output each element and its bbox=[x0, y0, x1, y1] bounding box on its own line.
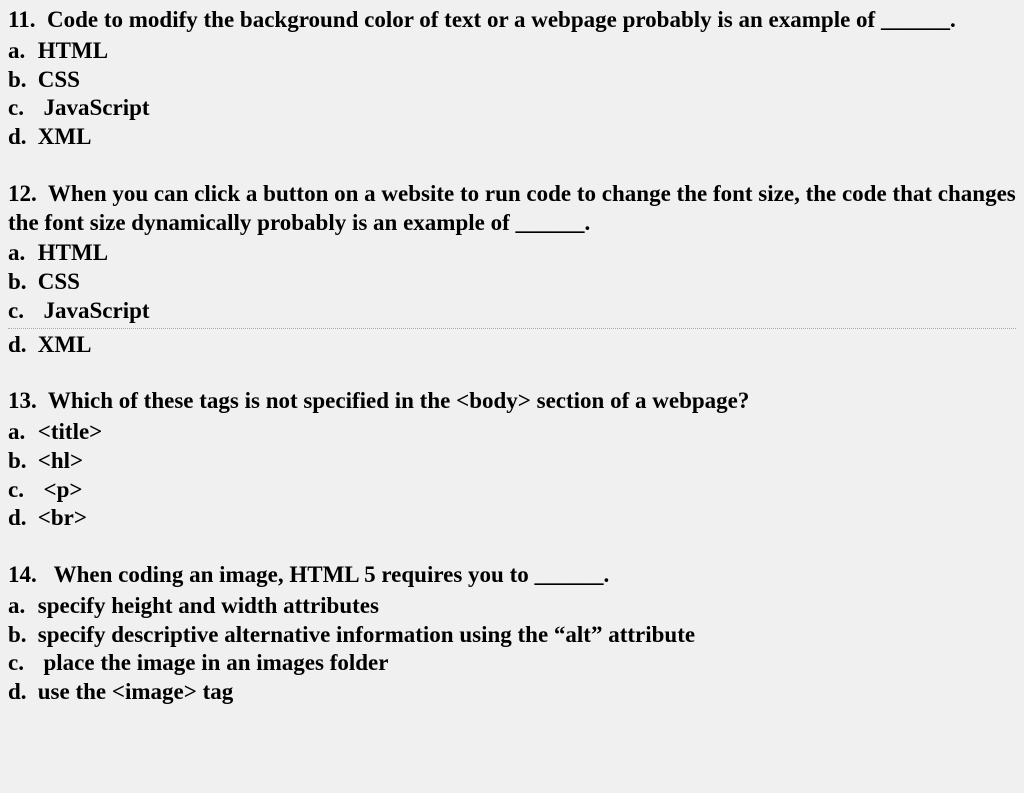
question-11: 11. Code to modify the background color … bbox=[8, 6, 1016, 152]
question-text: 12. When you can click a button on a web… bbox=[8, 180, 1016, 238]
option-label: c. bbox=[8, 476, 32, 505]
option-a: a. HTML bbox=[8, 37, 1016, 66]
option-label: b. bbox=[8, 66, 32, 95]
option-b: b. specify descriptive alternative infor… bbox=[8, 621, 1016, 650]
option-text: specify descriptive alternative informat… bbox=[38, 622, 695, 647]
option-text: XML bbox=[38, 124, 92, 149]
option-text: <hl> bbox=[38, 448, 83, 473]
option-d: d. use the <image> tag bbox=[8, 678, 1016, 707]
option-label: c. bbox=[8, 94, 32, 123]
question-text: 14. When coding an image, HTML 5 require… bbox=[8, 561, 1016, 590]
option-text: XML bbox=[38, 332, 92, 357]
option-text: place the image in an images folder bbox=[44, 650, 389, 675]
option-text: <p> bbox=[44, 477, 83, 502]
question-number: 11. bbox=[8, 7, 35, 32]
option-text: JavaScript bbox=[44, 298, 150, 323]
option-label: d. bbox=[8, 331, 32, 360]
option-label: a. bbox=[8, 239, 32, 268]
divider bbox=[8, 328, 1016, 329]
option-label: d. bbox=[8, 678, 32, 707]
option-text: <br> bbox=[38, 505, 87, 530]
question-12: 12. When you can click a button on a web… bbox=[8, 180, 1016, 360]
option-label: a. bbox=[8, 418, 32, 447]
option-d: d. XML bbox=[8, 331, 1016, 360]
option-label: b. bbox=[8, 447, 32, 476]
option-label: b. bbox=[8, 621, 32, 650]
option-b: b. <hl> bbox=[8, 447, 1016, 476]
question-number: 14. bbox=[8, 562, 37, 587]
option-a: a. <title> bbox=[8, 418, 1016, 447]
option-label: a. bbox=[8, 37, 32, 66]
option-text: CSS bbox=[38, 67, 80, 92]
option-label: c. bbox=[8, 649, 32, 678]
question-14: 14. When coding an image, HTML 5 require… bbox=[8, 561, 1016, 707]
question-text: 13. Which of these tags is not specified… bbox=[8, 387, 1016, 416]
option-label: a. bbox=[8, 592, 32, 621]
option-label: c. bbox=[8, 297, 32, 326]
option-a: a. HTML bbox=[8, 239, 1016, 268]
option-text: use the <image> tag bbox=[38, 679, 234, 704]
option-d: d. XML bbox=[8, 123, 1016, 152]
option-text: JavaScript bbox=[44, 95, 150, 120]
question-13: 13. Which of these tags is not specified… bbox=[8, 387, 1016, 533]
option-d: d. <br> bbox=[8, 504, 1016, 533]
question-prompt: When coding an image, HTML 5 requires yo… bbox=[54, 562, 610, 587]
option-text: HTML bbox=[38, 38, 108, 63]
question-prompt: Code to modify the background color of t… bbox=[47, 7, 956, 32]
option-label: d. bbox=[8, 123, 32, 152]
option-c: c. place the image in an images folder bbox=[8, 649, 1016, 678]
question-text: 11. Code to modify the background color … bbox=[8, 6, 1016, 35]
question-prompt: When you can click a button on a website… bbox=[8, 181, 1016, 235]
option-label: b. bbox=[8, 268, 32, 297]
option-text: CSS bbox=[38, 269, 80, 294]
question-prompt: Which of these tags is not specified in … bbox=[48, 388, 750, 413]
question-number: 13. bbox=[8, 388, 37, 413]
option-b: b. CSS bbox=[8, 66, 1016, 95]
option-b: b. CSS bbox=[8, 268, 1016, 297]
option-text: specify height and width attributes bbox=[38, 593, 379, 618]
option-text: HTML bbox=[38, 240, 108, 265]
question-number: 12. bbox=[8, 181, 37, 206]
option-a: a. specify height and width attributes bbox=[8, 592, 1016, 621]
option-text: <title> bbox=[38, 419, 103, 444]
option-c: c. JavaScript bbox=[8, 297, 1016, 326]
option-label: d. bbox=[8, 504, 32, 533]
option-c: c. JavaScript bbox=[8, 94, 1016, 123]
option-c: c. <p> bbox=[8, 476, 1016, 505]
